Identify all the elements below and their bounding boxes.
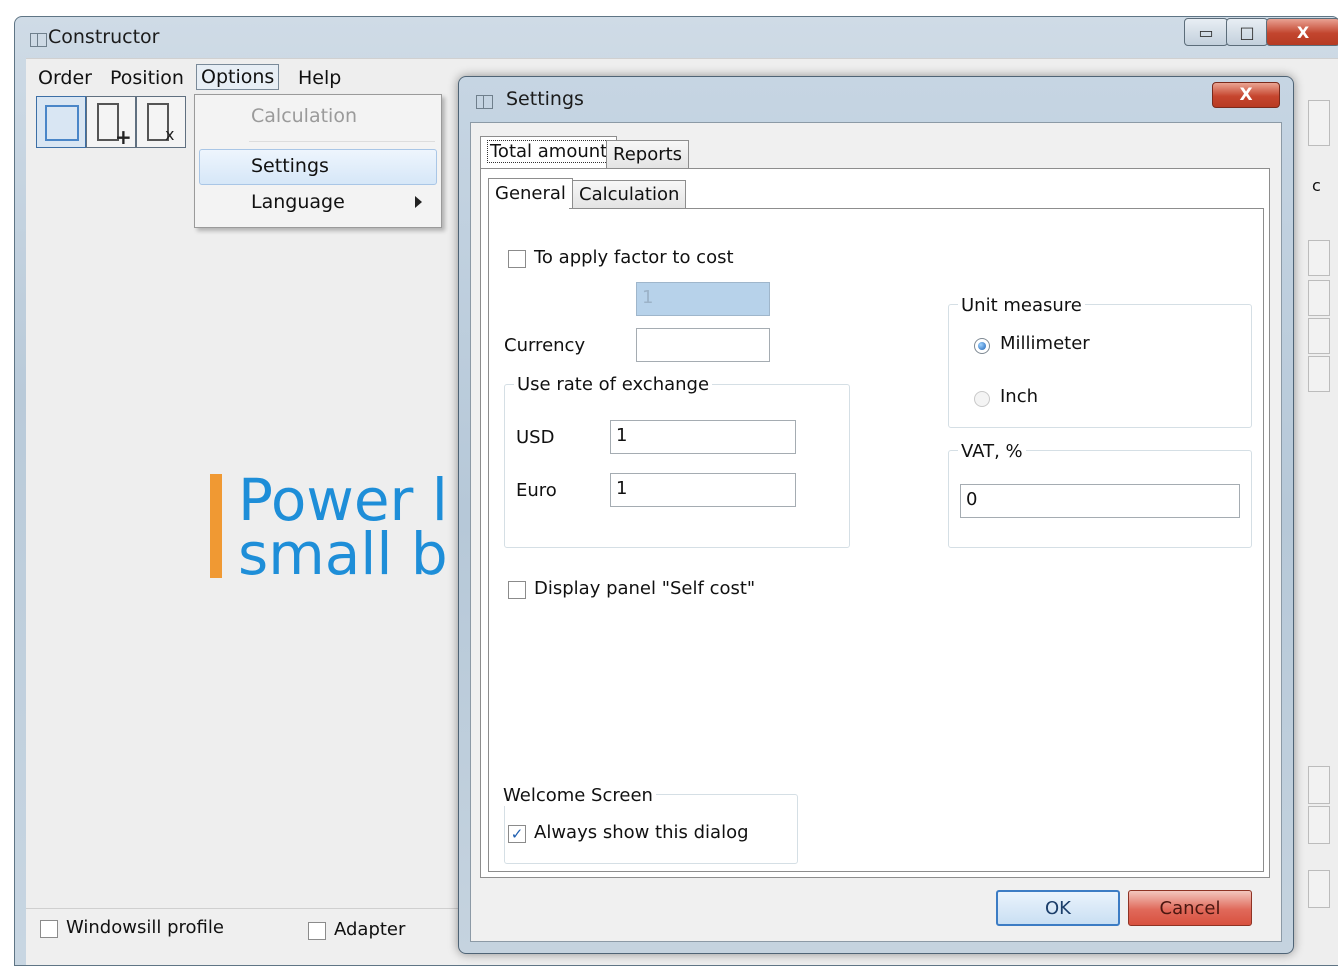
tab-total-amount[interactable]: Total amount: [480, 136, 618, 169]
adapter-label: Adapter: [334, 919, 406, 940]
toolbar-add-position-button[interactable]: +: [86, 96, 136, 149]
welcome-screen-group-title: Welcome Screen: [500, 785, 656, 806]
menu-order[interactable]: Order: [34, 66, 96, 90]
close-icon: X: [1296, 22, 1310, 42]
always-show-checkbox[interactable]: ✓: [508, 825, 526, 843]
millimeter-radio[interactable]: [974, 338, 990, 354]
apply-factor-checkbox[interactable]: [508, 250, 526, 268]
right-panel-control: [1308, 870, 1330, 908]
right-panel-control: [1308, 806, 1330, 844]
maximize-icon: □: [1239, 22, 1255, 42]
minimize-icon: ▭: [1198, 22, 1214, 42]
right-panel-control: [1308, 100, 1330, 146]
right-panel-glyph: c: [1312, 176, 1321, 195]
menu-help[interactable]: Help: [294, 66, 345, 90]
unit-measure-group-title: Unit measure: [958, 295, 1085, 316]
dropdown-item-language[interactable]: Language: [251, 191, 345, 213]
maximize-button[interactable]: □: [1226, 18, 1268, 46]
dropdown-separator: [249, 141, 435, 142]
window-icon: [45, 105, 79, 141]
vat-group-title: VAT, %: [958, 441, 1026, 462]
factor-input[interactable]: 1: [636, 282, 770, 316]
minimize-button[interactable]: ▭: [1184, 18, 1228, 46]
inch-radio[interactable]: [974, 391, 990, 407]
logo: Power l small b: [236, 460, 446, 590]
unit-measure-group: [948, 304, 1252, 428]
euro-label: Euro: [516, 480, 557, 501]
currency-label: Currency: [504, 335, 586, 356]
tab-reports[interactable]: Reports: [606, 140, 690, 169]
usd-label: USD: [516, 427, 555, 448]
dropdown-item-calculation: Calculation: [251, 105, 357, 127]
apply-factor-label: To apply factor to cost: [534, 247, 734, 268]
ok-button[interactable]: OK: [996, 890, 1120, 926]
tab-calculation[interactable]: Calculation: [572, 180, 687, 209]
toolbar-delete-position-button[interactable]: x: [136, 96, 186, 148]
windowsill-profile-label: Windowsill profile: [66, 917, 224, 938]
right-panel-control: [1308, 356, 1330, 392]
menu-position[interactable]: Position: [106, 66, 188, 90]
app-icon: [28, 30, 48, 48]
right-panel-control: [1308, 318, 1330, 354]
cancel-button[interactable]: Cancel: [1128, 890, 1252, 926]
dropdown-item-settings[interactable]: Settings: [251, 155, 329, 177]
self-cost-checkbox[interactable]: [508, 581, 526, 599]
currency-input[interactable]: [636, 328, 770, 362]
dialog-title: Settings: [506, 88, 584, 110]
submenu-arrow-icon: [415, 196, 422, 208]
usd-rate-input[interactable]: 1: [610, 420, 796, 454]
right-panel-control: [1308, 766, 1330, 804]
toolbar-window-button[interactable]: [36, 96, 86, 148]
right-panel-control: [1308, 280, 1330, 316]
vat-input[interactable]: 0: [960, 484, 1240, 518]
millimeter-label: Millimeter: [1000, 333, 1090, 354]
logo-accent-bar: [210, 474, 222, 578]
menu-options[interactable]: Options: [196, 64, 280, 90]
windowsill-profile-checkbox[interactable]: [40, 920, 58, 938]
dialog-close-button[interactable]: X: [1212, 82, 1280, 108]
right-panel-control: [1308, 240, 1330, 276]
close-button[interactable]: X: [1266, 18, 1338, 46]
tab-total-amount-label: Total amount: [487, 140, 611, 163]
self-cost-label: Display panel "Self cost": [534, 578, 756, 599]
exchange-rate-group-title: Use rate of exchange: [514, 374, 713, 395]
euro-rate-input[interactable]: 1: [610, 473, 796, 507]
adapter-checkbox[interactable]: [308, 922, 326, 940]
inch-label: Inch: [1000, 386, 1039, 407]
main-window-title: Constructor: [48, 26, 160, 48]
checkmark-icon: ✓: [510, 825, 524, 843]
close-icon: X: [1239, 85, 1253, 105]
logo-line-2: small b: [238, 520, 446, 588]
always-show-label: Always show this dialog: [534, 822, 749, 843]
dialog-app-icon: [474, 92, 494, 110]
exchange-rate-group: [504, 384, 850, 548]
options-dropdown-menu: Calculation Settings Language: [194, 94, 442, 228]
tab-general[interactable]: General: [488, 178, 573, 212]
